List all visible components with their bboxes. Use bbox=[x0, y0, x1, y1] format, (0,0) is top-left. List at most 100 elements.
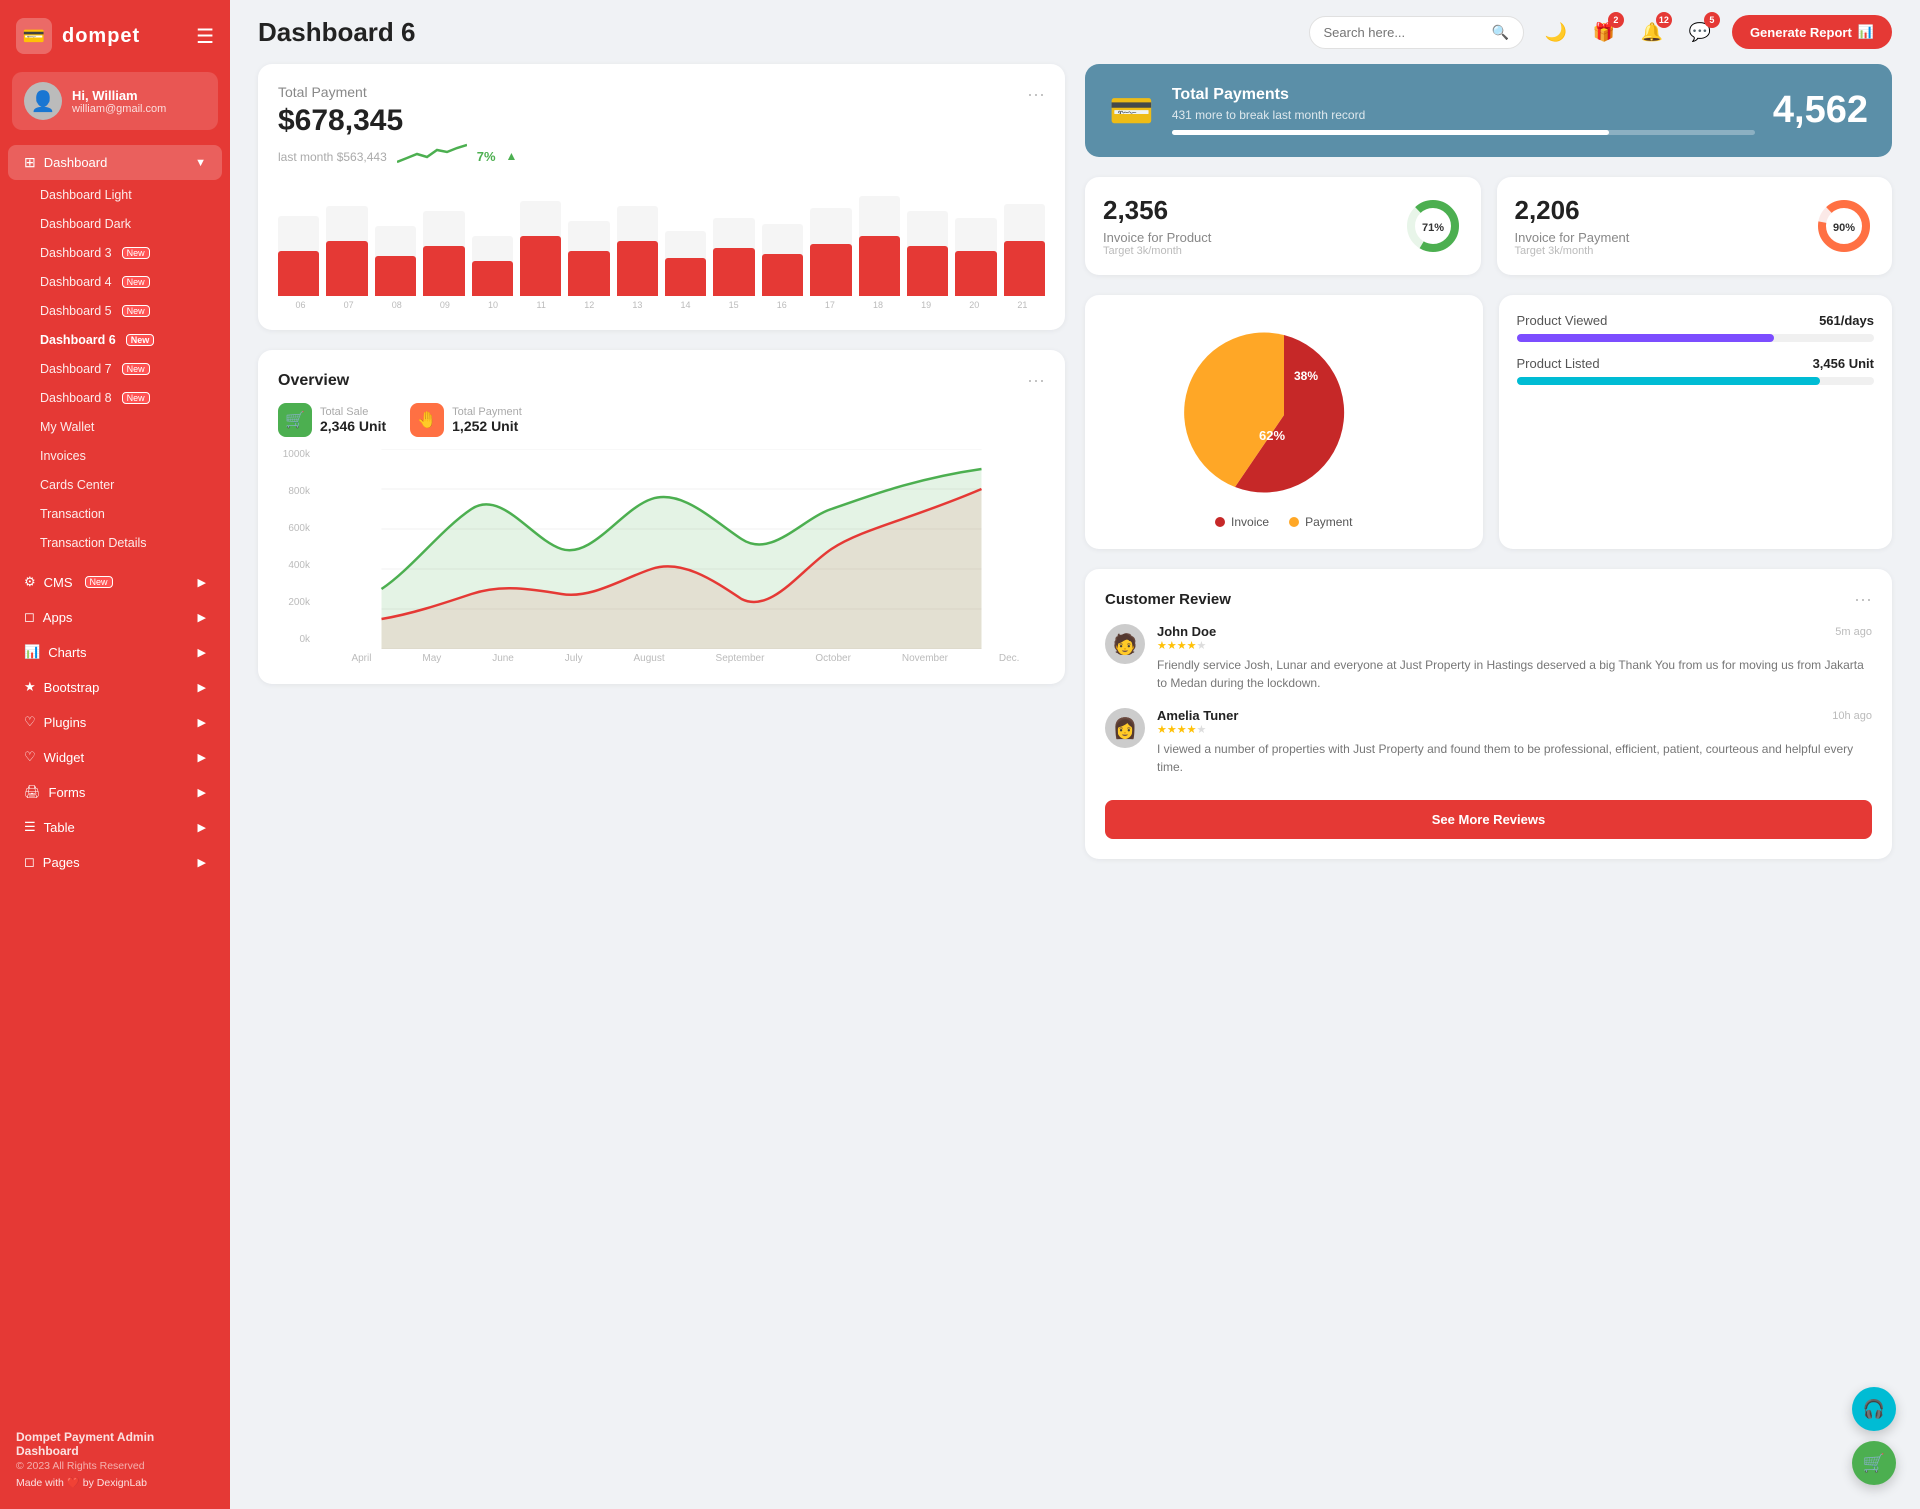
invoice-payment-card: 2,206 Invoice for Payment Target 3k/mont… bbox=[1497, 177, 1893, 275]
sidebar-sub-transaction-details[interactable]: Transaction Details bbox=[8, 529, 222, 557]
sidebar-sub-dashboard-light[interactable]: Dashboard Light bbox=[8, 181, 222, 209]
bar-group bbox=[617, 186, 658, 296]
trend-percent: 7% bbox=[477, 149, 496, 164]
sidebar-header: 💳 dompet ☰ bbox=[0, 0, 230, 72]
user-email: william@gmail.com bbox=[72, 103, 166, 115]
gift-badge: 2 bbox=[1608, 12, 1624, 28]
x-label-may: May bbox=[422, 653, 441, 664]
chevron-right-icon: ▶ bbox=[198, 821, 206, 834]
messages-button[interactable]: 💬 5 bbox=[1682, 14, 1718, 50]
john-name: John Doe bbox=[1157, 624, 1216, 639]
sidebar-item-table[interactable]: ☰ Table ▶ bbox=[8, 810, 222, 844]
x-label-july: July bbox=[565, 653, 583, 664]
more-options-icon[interactable]: ··· bbox=[1027, 84, 1045, 105]
footer-title: Dompet Payment Admin Dashboard bbox=[16, 1430, 214, 1458]
payment-legend-label: Payment bbox=[1305, 515, 1352, 529]
y-label-2: 600k bbox=[278, 523, 310, 534]
sidebar-item-forms[interactable]: 🖨 Forms ▶ bbox=[8, 775, 222, 809]
bar-group bbox=[665, 186, 706, 296]
sidebar-sub-dashboard-dark[interactable]: Dashboard Dark bbox=[8, 210, 222, 238]
product-viewed-bar bbox=[1517, 334, 1774, 342]
trend-arrow-icon: ▲ bbox=[506, 149, 518, 163]
page-title: Dashboard 6 bbox=[258, 17, 1295, 48]
sidebar-item-cms[interactable]: ⚙ CMS New ▶ bbox=[8, 565, 222, 599]
chevron-right-icon: ▶ bbox=[198, 611, 206, 624]
invoice-product-label: Invoice for Product bbox=[1103, 230, 1211, 245]
product-viewed-row: Product Viewed 561/days bbox=[1517, 313, 1875, 342]
bar-red bbox=[859, 236, 900, 296]
bar-red bbox=[907, 246, 948, 296]
hamburger-icon[interactable]: ☰ bbox=[196, 24, 214, 49]
bar-red bbox=[375, 256, 416, 296]
pie-chart-svg: 62% 38% bbox=[1184, 325, 1384, 505]
sidebar-item-apps[interactable]: ◻ Apps ▶ bbox=[8, 600, 222, 634]
sidebar-item-bootstrap[interactable]: ★ Bootstrap ▶ bbox=[8, 670, 222, 704]
sidebar-item-widget[interactable]: ♡ Widget ▶ bbox=[8, 740, 222, 774]
bar-x-label: 21 bbox=[1002, 300, 1043, 310]
sidebar-item-charts[interactable]: 📊 Charts ▶ bbox=[8, 635, 222, 669]
total-payment-value: 1,252 Unit bbox=[452, 418, 522, 434]
bar-x-label: 14 bbox=[665, 300, 706, 310]
bar-x-label: 13 bbox=[617, 300, 658, 310]
sidebar-sub-dashboard-3[interactable]: Dashboard 3 New bbox=[8, 239, 222, 267]
invoice-legend-label: Invoice bbox=[1231, 515, 1269, 529]
sidebar-item-pages[interactable]: ◻ Pages ▶ bbox=[8, 845, 222, 879]
sidebar-sub-transaction[interactable]: Transaction bbox=[8, 500, 222, 528]
chevron-right-icon: ▶ bbox=[198, 576, 206, 589]
invoice-product-sub: Target 3k/month bbox=[1103, 245, 1211, 257]
cart-float-button[interactable]: 🛒 bbox=[1852, 1441, 1896, 1485]
dark-mode-toggle[interactable]: 🌙 bbox=[1538, 14, 1574, 50]
sidebar-item-plugins[interactable]: ♡ Plugins ▶ bbox=[8, 705, 222, 739]
user-profile[interactable]: 👤 Hi, William william@gmail.com bbox=[12, 72, 218, 130]
bar-red bbox=[762, 254, 803, 296]
sidebar-item-dashboard[interactable]: ⊞ Dashboard ▼ bbox=[8, 145, 222, 180]
bar-red bbox=[713, 248, 754, 296]
sidebar-sub-dashboard-5[interactable]: Dashboard 5 New bbox=[8, 297, 222, 325]
overview-more-options[interactable]: ··· bbox=[1027, 370, 1045, 391]
overview-line-chart bbox=[318, 449, 1045, 649]
gift-button[interactable]: 🎁 2 bbox=[1586, 14, 1622, 50]
wallet-icon: 💳 bbox=[1109, 90, 1154, 132]
notification-button[interactable]: 🔔 12 bbox=[1634, 14, 1670, 50]
search-box[interactable]: 🔍 bbox=[1309, 16, 1524, 49]
bar-x-label: 09 bbox=[424, 300, 465, 310]
bar-red bbox=[520, 236, 561, 296]
sidebar-sub-dashboard-4[interactable]: Dashboard 4 New bbox=[8, 268, 222, 296]
sidebar-sub-dashboard-6[interactable]: Dashboard 6 New bbox=[8, 326, 222, 354]
svg-text:90%: 90% bbox=[1833, 222, 1855, 234]
sidebar-sub-dashboard-7[interactable]: Dashboard 7 New bbox=[8, 355, 222, 383]
bar-x-label: 08 bbox=[376, 300, 417, 310]
amelia-name: Amelia Tuner bbox=[1157, 708, 1238, 723]
see-more-reviews-button[interactable]: See More Reviews bbox=[1105, 800, 1872, 839]
content-area: Total Payment $678,345 last month $563,4… bbox=[230, 64, 1920, 907]
bar-red bbox=[423, 246, 464, 296]
bar-chart: 06070809101112131415161718192021 bbox=[278, 186, 1045, 310]
bar-group bbox=[762, 186, 803, 296]
sidebar-sub-cards-center[interactable]: Cards Center bbox=[8, 471, 222, 499]
sidebar-sub-dashboard-8[interactable]: Dashboard 8 New bbox=[8, 384, 222, 412]
review-more-options[interactable]: ··· bbox=[1854, 589, 1872, 610]
bar-x-label: 06 bbox=[280, 300, 321, 310]
cart-icon: 🛒 bbox=[1863, 1453, 1885, 1474]
support-float-button[interactable]: 🎧 bbox=[1852, 1387, 1896, 1431]
footer-copyright: © 2023 All Rights Reserved bbox=[16, 1460, 214, 1472]
review-item-john: 🧑 John Doe 5m ago ★★★★★ Friendly service… bbox=[1105, 624, 1872, 692]
bar-x-label: 07 bbox=[328, 300, 369, 310]
product-listed-track bbox=[1517, 377, 1875, 385]
search-input[interactable] bbox=[1324, 25, 1484, 40]
total-payment-amount: $678,345 bbox=[278, 104, 517, 138]
floating-buttons: 🎧 🛒 bbox=[1852, 1387, 1896, 1485]
invoice-product-donut: 71% bbox=[1403, 196, 1463, 256]
product-listed-label: Product Listed bbox=[1517, 356, 1600, 371]
bar-red bbox=[617, 241, 658, 296]
generate-report-button[interactable]: Generate Report 📊 bbox=[1732, 15, 1892, 49]
y-label-0: 1000k bbox=[278, 449, 310, 460]
user-name: Hi, William bbox=[72, 88, 166, 103]
bar-red bbox=[1004, 241, 1045, 296]
avatar: 👤 bbox=[24, 82, 62, 120]
invoice-dot bbox=[1215, 517, 1225, 527]
bar-group bbox=[326, 186, 367, 296]
total-payments-card: 💳 Total Payments 431 more to break last … bbox=[1085, 64, 1892, 157]
sidebar-sub-my-wallet[interactable]: My Wallet bbox=[8, 413, 222, 441]
sidebar-sub-invoices[interactable]: Invoices bbox=[8, 442, 222, 470]
